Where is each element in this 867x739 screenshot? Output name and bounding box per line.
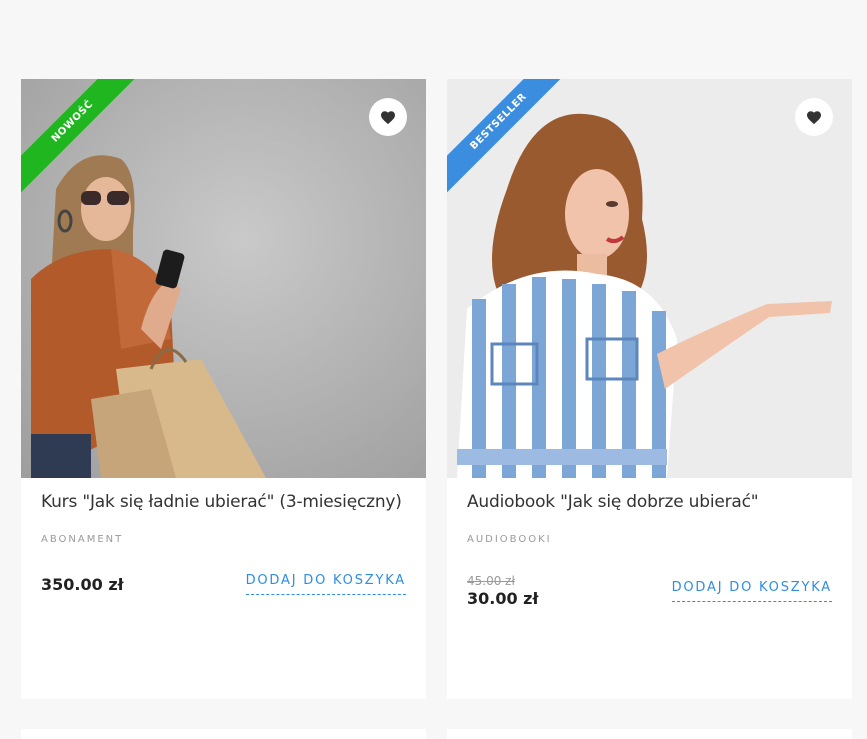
product-price: 30.00 zł	[467, 589, 539, 608]
product-title[interactable]: Kurs "Jak się ładnie ubierać" (3-miesięc…	[41, 492, 406, 512]
heart-icon	[807, 110, 821, 124]
add-to-cart-button[interactable]: DODAJ DO KOSZYKA	[245, 573, 406, 595]
product-card-next[interactable]	[21, 729, 426, 739]
product-category[interactable]: AUDIOBOOKI	[467, 534, 552, 545]
product-card-next[interactable]	[447, 729, 852, 739]
product-old-price: 45.00 zł	[467, 574, 515, 588]
product-image[interactable]: NOWOŚĆ	[21, 79, 426, 478]
wishlist-button[interactable]	[369, 98, 407, 136]
add-to-cart-button[interactable]: DODAJ DO KOSZYKA	[671, 580, 832, 602]
product-photo	[447, 79, 852, 478]
heart-icon	[381, 110, 395, 124]
product-title[interactable]: Audiobook "Jak się dobrze ubierać"	[467, 492, 832, 512]
product-photo	[21, 79, 426, 478]
product-price: 350.00 zł	[41, 575, 124, 594]
product-card[interactable]: NOWOŚĆ Kurs "Jak się ładnie ubierać" (3-…	[21, 79, 426, 699]
product-image[interactable]: BESTSELLER	[447, 79, 852, 478]
wishlist-button[interactable]	[795, 98, 833, 136]
product-category[interactable]: ABONAMENT	[41, 534, 123, 545]
product-card[interactable]: BESTSELLER Audiobook "Jak się dobrze ubi…	[447, 79, 852, 699]
